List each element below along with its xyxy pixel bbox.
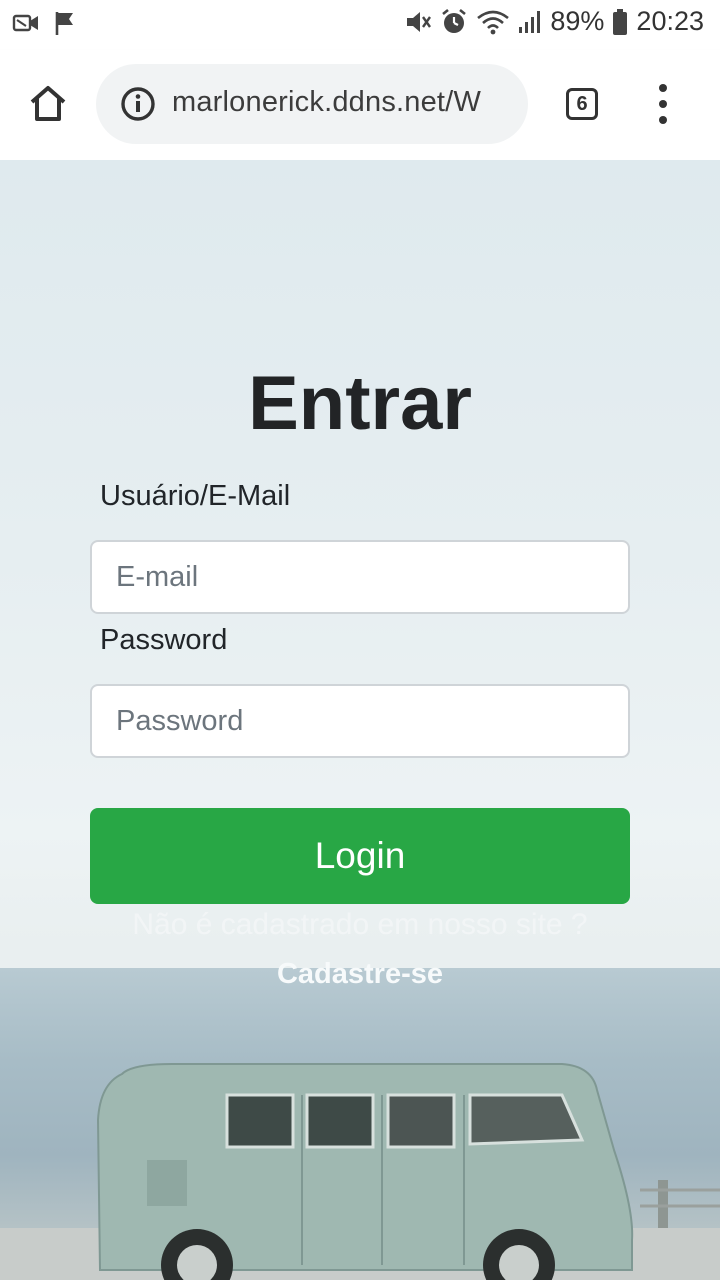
clock: 20:23 bbox=[636, 6, 704, 36]
railing bbox=[640, 1180, 720, 1228]
phone-screen: 89% 20:23 marlonerick.ddns.net/W 6 Entra… bbox=[0, 0, 720, 1280]
mute-icon bbox=[404, 8, 432, 36]
flag-icon bbox=[54, 10, 76, 36]
tabs-button[interactable]: 6 bbox=[566, 88, 598, 120]
url-text[interactable]: marlonerick.ddns.net/W bbox=[172, 86, 508, 126]
page-title: Entrar bbox=[248, 361, 472, 446]
status-bar: 89% 20:23 bbox=[0, 0, 720, 50]
battery-icon bbox=[612, 8, 628, 36]
browser-toolbar: marlonerick.ddns.net/W 6 bbox=[0, 50, 720, 160]
status-bar-left bbox=[12, 10, 76, 36]
home-icon bbox=[30, 86, 66, 121]
status-bar-right: 89% 20:23 bbox=[404, 6, 704, 37]
password-label: Password bbox=[100, 624, 228, 656]
register-prompt: Não é cadastrado em nosso site ? bbox=[132, 908, 588, 941]
info-icon[interactable] bbox=[120, 86, 156, 122]
tabs-count: 6 bbox=[576, 92, 588, 115]
wifi-icon bbox=[476, 8, 510, 36]
more-menu-icon[interactable] bbox=[650, 84, 676, 124]
vintage-van bbox=[96, 1063, 634, 1280]
login-button[interactable]: Login bbox=[90, 808, 630, 904]
alarm-icon bbox=[440, 8, 468, 36]
battery-percent: 89% bbox=[550, 6, 605, 36]
user-email-label: Usuário/E-Mail bbox=[100, 480, 291, 512]
email-input[interactable] bbox=[90, 540, 630, 614]
address-bar[interactable]: marlonerick.ddns.net/W bbox=[96, 64, 528, 144]
home-button[interactable] bbox=[26, 82, 70, 126]
signal-icon bbox=[518, 9, 542, 35]
register-link[interactable]: Cadastre-se bbox=[0, 958, 720, 991]
password-input[interactable] bbox=[90, 684, 630, 758]
video-notification-icon bbox=[12, 11, 40, 35]
